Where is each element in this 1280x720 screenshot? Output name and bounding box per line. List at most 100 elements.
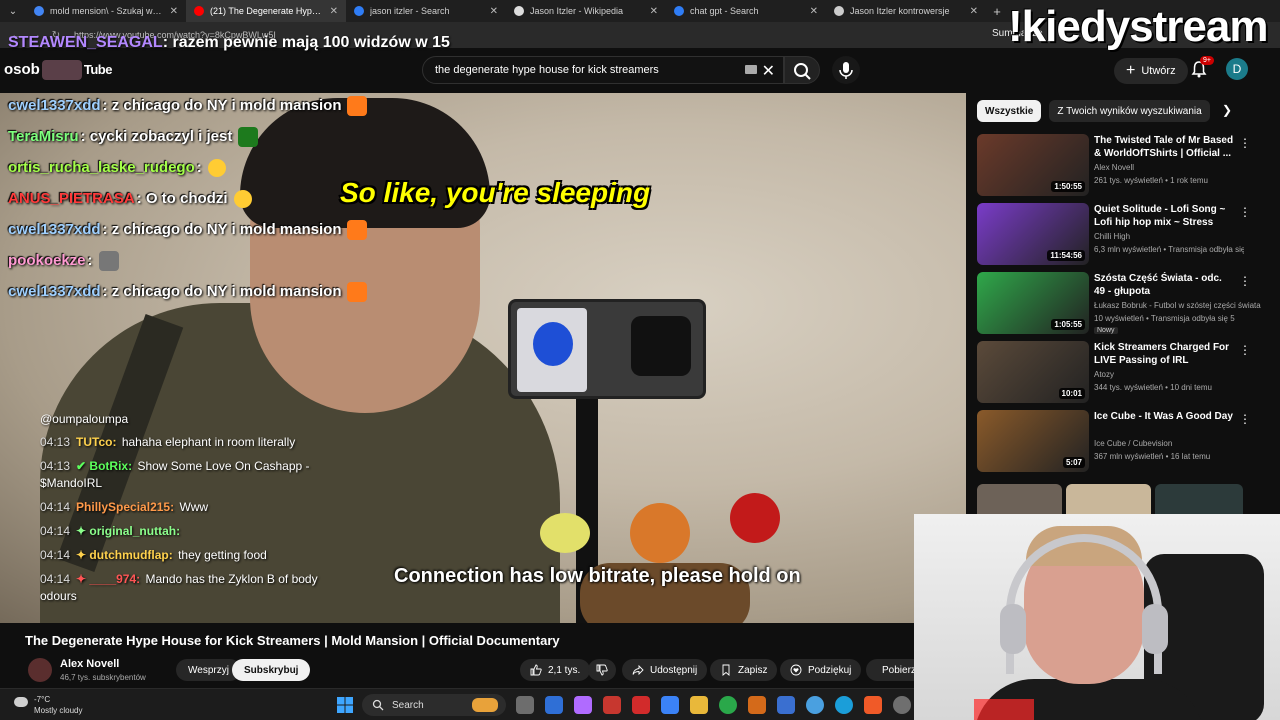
app-doc-icon[interactable] — [777, 696, 795, 714]
browser-tab[interactable]: (21) The Degenerate Hype H ✕ — [186, 0, 346, 22]
youtube-logo[interactable]: osob Tube — [4, 60, 112, 80]
more-options-icon[interactable]: ⋮ — [1239, 274, 1251, 288]
like-button[interactable]: 2,1 tys. — [520, 659, 591, 681]
recommended-video[interactable]: 1:50:55 The Twisted Tale of Mr Based & Wo… — [977, 134, 1251, 196]
recommendation-title[interactable]: Kick Streamers Charged For LIVE Passing … — [1094, 341, 1234, 367]
recommendation-channel[interactable]: Atozy — [1094, 370, 1114, 379]
app-settings-icon[interactable] — [893, 696, 911, 714]
download-button[interactable]: Pobierz — [866, 659, 914, 681]
tab-menu-icon[interactable]: ⌄ — [0, 6, 26, 17]
copilot-icon[interactable] — [574, 696, 592, 714]
thumbnail[interactable] — [1155, 484, 1243, 514]
message-user: PhillySpecial215: — [76, 500, 175, 514]
dislike-button[interactable] — [588, 659, 616, 681]
outlook-icon[interactable] — [661, 696, 679, 714]
recommendation-meta: 261 tys. wyświetleń • 1 rok temu — [1094, 176, 1208, 185]
recommended-video[interactable]: 11:54:56 Quiet Solitude - Lofi Song ~ Lof… — [977, 203, 1251, 265]
chevron-right-icon[interactable]: ❯ — [1222, 103, 1232, 117]
save-button[interactable]: Zapisz — [710, 659, 778, 681]
recommendation-channel[interactable]: Chilli High — [1094, 232, 1130, 241]
video-thumbnail[interactable]: 10:01 — [977, 341, 1089, 403]
chat-username: ortis_rucha_laske_rudego — [8, 159, 195, 176]
emote-icon — [98, 250, 119, 271]
chat-text: : — [87, 252, 93, 269]
chat-username: ANUS_PIETRASA — [8, 190, 135, 207]
recommendation-title[interactable]: Ice Cube - It Was A Good Day — [1094, 410, 1234, 423]
close-tab-icon[interactable]: ✕ — [490, 6, 498, 17]
close-tab-icon[interactable]: ✕ — [810, 6, 818, 17]
app-orange-icon[interactable] — [748, 696, 766, 714]
close-tab-icon[interactable]: ✕ — [650, 6, 658, 17]
brave-icon[interactable] — [864, 696, 882, 714]
channel-avatar[interactable] — [28, 658, 52, 682]
close-tab-icon[interactable]: ✕ — [970, 6, 978, 17]
app-pen-icon[interactable] — [545, 696, 563, 714]
app-l-icon[interactable] — [632, 696, 650, 714]
app-green-icon[interactable] — [719, 696, 737, 714]
browser-tab[interactable]: chat gpt - Search ✕ — [666, 0, 826, 22]
filter-chip[interactable]: Z Twoich wyników wyszukiwania — [1049, 100, 1210, 122]
recommendation-title[interactable]: Quiet Solitude - Lofi Song ~ Lofi hip ho… — [1094, 203, 1234, 229]
browser-tab[interactable]: mold mension\ - Szukaj w Google ✕ — [26, 0, 186, 22]
chat-message: cwel1337xdd: z chicago do NY i mold mans… — [8, 90, 428, 121]
browser-tab[interactable]: jason itzler - Search ✕ — [346, 0, 506, 22]
more-options-icon[interactable]: ⋮ — [1239, 136, 1251, 150]
more-options-icon[interactable]: ⋮ — [1239, 205, 1251, 219]
chat-message: TeraMisru: cycki zobaczyl i jest — [8, 121, 428, 152]
video-thumbnail[interactable]: 5:07 — [977, 410, 1089, 472]
kick-chat-overlay: @oumpaloumpa 04:13 TUTco: hahaha elephant… — [40, 412, 340, 612]
create-button[interactable]: + Utwórz — [1114, 58, 1188, 84]
recommendation-title[interactable]: The Twisted Tale of Mr Based & WorldOfTS… — [1094, 134, 1234, 160]
account-avatar[interactable]: D — [1226, 58, 1248, 80]
recommendation-meta: 367 mln wyświetleń • 16 lat temu — [1094, 452, 1211, 461]
keyboard-icon[interactable] — [745, 65, 757, 74]
thanks-button[interactable]: Podziękuj — [780, 659, 862, 681]
thanks-label: Podziękuj — [808, 664, 852, 676]
thumbnail[interactable] — [977, 484, 1062, 514]
recommendation-title[interactable]: Szósta Część Świata - odc. 49 - głupota … — [1094, 272, 1234, 298]
recommended-video[interactable]: 5:07 Ice Cube - It Was A Good Day Ice Cube… — [977, 410, 1251, 472]
recommended-video[interactable]: 10:01 Kick Streamers Charged For LIVE Pas… — [977, 341, 1251, 403]
smile-emoji-icon — [233, 189, 252, 208]
thumbnail[interactable] — [1066, 484, 1151, 514]
close-tab-icon[interactable]: ✕ — [330, 6, 338, 17]
file-explorer-icon[interactable] — [690, 696, 708, 714]
share-button[interactable]: Udostępnij — [622, 659, 708, 681]
message-time: 04:14 — [40, 500, 71, 514]
message-time: 04:14 — [40, 572, 71, 586]
taskbar-search[interactable]: Search — [362, 694, 506, 716]
task-view-icon[interactable] — [516, 696, 534, 714]
chat-text: : z chicago do NY i mold mansion — [102, 221, 342, 238]
windows-start-icon[interactable] — [337, 697, 353, 713]
video-thumbnail[interactable]: 1:50:55 — [977, 134, 1089, 196]
tab-title: jason itzler - Search — [370, 6, 450, 16]
more-options-icon[interactable]: ⋮ — [1239, 343, 1251, 357]
new-tab-button[interactable]: + — [986, 4, 1008, 19]
search-query: the degenerate hype house for kick strea… — [435, 64, 659, 76]
video-thumbnail[interactable]: 11:54:56 — [977, 203, 1089, 265]
video-thumbnail[interactable]: 1:05:55 — [977, 272, 1089, 334]
channel-name[interactable]: Alex Novell — [60, 658, 119, 670]
recommended-video[interactable]: 1:05:55 Szósta Część Świata - odc. 49 - g… — [977, 272, 1261, 334]
recommendation-channel[interactable]: Ice Cube / Cubevision — [1094, 439, 1172, 448]
message-time: 04:14 — [40, 524, 71, 538]
edge-icon[interactable] — [835, 696, 853, 714]
recommendation-channel[interactable]: Łukasz Bobruk - Futbol w szóstej części … — [1094, 301, 1261, 310]
browser-tab[interactable]: Jason Itzler kontrowersje ✕ — [826, 0, 986, 22]
app-office-icon[interactable] — [603, 696, 621, 714]
recommendation-channel[interactable]: Alex Novell — [1094, 163, 1134, 172]
subscribe-button[interactable]: Subskrybuj — [232, 659, 311, 681]
more-options-icon[interactable]: ⋮ — [1239, 412, 1251, 426]
chat-text: : z chicago do NY i mold mansion — [102, 97, 342, 114]
search-button[interactable] — [784, 56, 820, 84]
filter-chip[interactable]: Wszystkie — [977, 100, 1042, 122]
chat-message: cwel1337xdd: z chicago do NY i mold mans… — [8, 214, 428, 245]
search-input[interactable]: the degenerate hype house for kick strea… — [422, 56, 784, 84]
app-globe-icon[interactable] — [806, 696, 824, 714]
message-text: Www — [179, 500, 209, 514]
clear-search-icon[interactable]: ✕ — [762, 61, 775, 81]
chat-text: : cycki zobaczyl i jest — [80, 128, 233, 145]
browser-tab[interactable]: Jason Itzler - Wikipedia ✕ — [506, 0, 666, 22]
close-tab-icon[interactable]: ✕ — [170, 6, 178, 17]
voice-search-button[interactable] — [832, 56, 860, 84]
